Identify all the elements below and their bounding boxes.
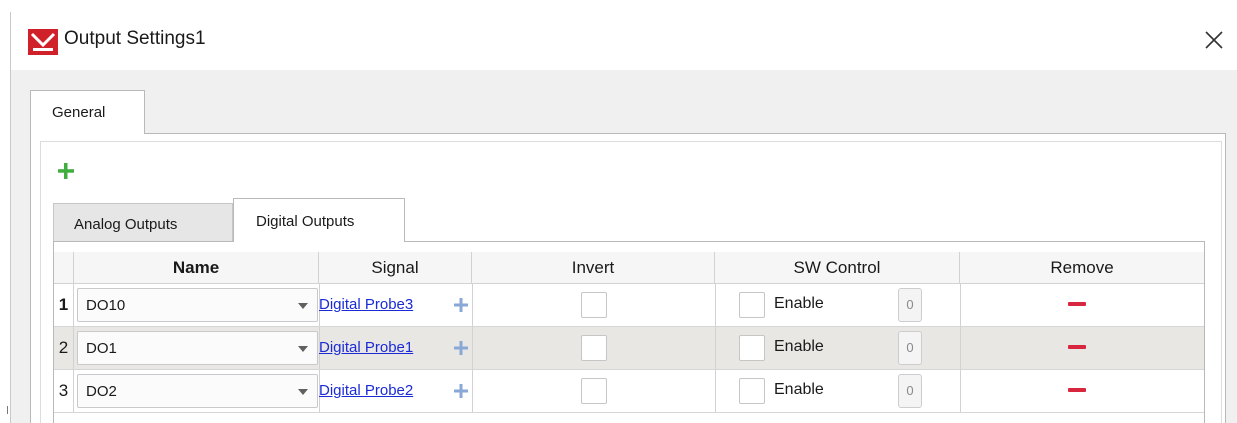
invert-checkbox[interactable] [581, 335, 607, 361]
sw-enable-checkbox[interactable] [739, 335, 765, 361]
name-dropdown-value: DO10 [86, 297, 126, 314]
remove-icon[interactable] [1068, 302, 1086, 306]
row-number: 1 [54, 284, 74, 326]
chevron-down-icon [298, 346, 308, 352]
signal-link[interactable]: Digital Probe2 [319, 382, 413, 399]
cell-divider [960, 370, 961, 412]
name-dropdown-value: DO1 [86, 340, 117, 357]
sw-value-button[interactable]: 0 [898, 288, 922, 322]
plus-icon[interactable] [55, 160, 77, 182]
tab-analog-outputs-label: Analog Outputs [74, 216, 178, 233]
chevron-down-icon [298, 303, 308, 309]
signal-link[interactable]: Digital Probe3 [319, 296, 413, 313]
signal-add-icon[interactable] [454, 298, 468, 312]
window-edge-mark [7, 406, 8, 414]
signal-link[interactable]: Digital Probe1 [319, 339, 413, 356]
tab-general-label: General [52, 104, 106, 121]
sw-enable-checkbox[interactable] [739, 292, 765, 318]
tab-digital-outputs-label: Digital Outputs [256, 213, 355, 230]
table-row: 3 DO2 Digital Probe2 Enable 0 [54, 370, 1204, 413]
row-number: 3 [54, 370, 74, 412]
tab-general[interactable]: General [30, 90, 145, 134]
close-icon[interactable] [1196, 22, 1232, 58]
column-header-invert[interactable]: Invert [472, 252, 715, 284]
remove-icon[interactable] [1068, 388, 1086, 392]
column-header-name[interactable]: Name [74, 252, 319, 284]
signal-add-icon[interactable] [454, 341, 468, 355]
window-title: Output Settings1 [64, 28, 206, 49]
remove-icon[interactable] [1068, 345, 1086, 349]
app-logo-icon [28, 29, 58, 55]
tab-analog-outputs[interactable]: Analog Outputs [53, 203, 233, 242]
sw-enable-label: Enable [774, 338, 824, 355]
cell-divider [960, 284, 961, 326]
sw-value-button[interactable]: 0 [898, 374, 922, 408]
cell-divider [960, 327, 961, 369]
column-header-signal[interactable]: Signal [319, 252, 472, 284]
sw-enable-label: Enable [774, 381, 824, 398]
invert-checkbox[interactable] [581, 292, 607, 318]
sw-enable-label: Enable [774, 295, 824, 312]
table-row: 2 DO1 Digital Probe1 Enable 0 [54, 327, 1204, 370]
row-number: 2 [54, 327, 74, 369]
chevron-down-icon [298, 389, 308, 395]
cell-divider [472, 370, 473, 412]
cell-divider [715, 327, 716, 369]
cell-divider [472, 327, 473, 369]
cell-divider [715, 370, 716, 412]
name-dropdown-value: DO2 [86, 383, 117, 400]
name-dropdown[interactable]: DO1 [77, 331, 318, 365]
table-row: 1 DO10 Digital Probe3 Enable 0 [54, 284, 1204, 327]
invert-checkbox[interactable] [581, 378, 607, 404]
column-header-sw-control[interactable]: SW Control [715, 252, 960, 284]
name-dropdown[interactable]: DO10 [77, 288, 318, 322]
sw-enable-checkbox[interactable] [739, 378, 765, 404]
signal-add-icon[interactable] [454, 384, 468, 398]
cell-divider [715, 284, 716, 326]
tab-digital-outputs[interactable]: Digital Outputs [233, 198, 405, 242]
name-dropdown[interactable]: DO2 [77, 374, 318, 408]
sw-value-button[interactable]: 0 [898, 331, 922, 365]
row-number-header [54, 252, 74, 284]
column-header-remove[interactable]: Remove [960, 252, 1204, 284]
cell-divider [472, 284, 473, 326]
